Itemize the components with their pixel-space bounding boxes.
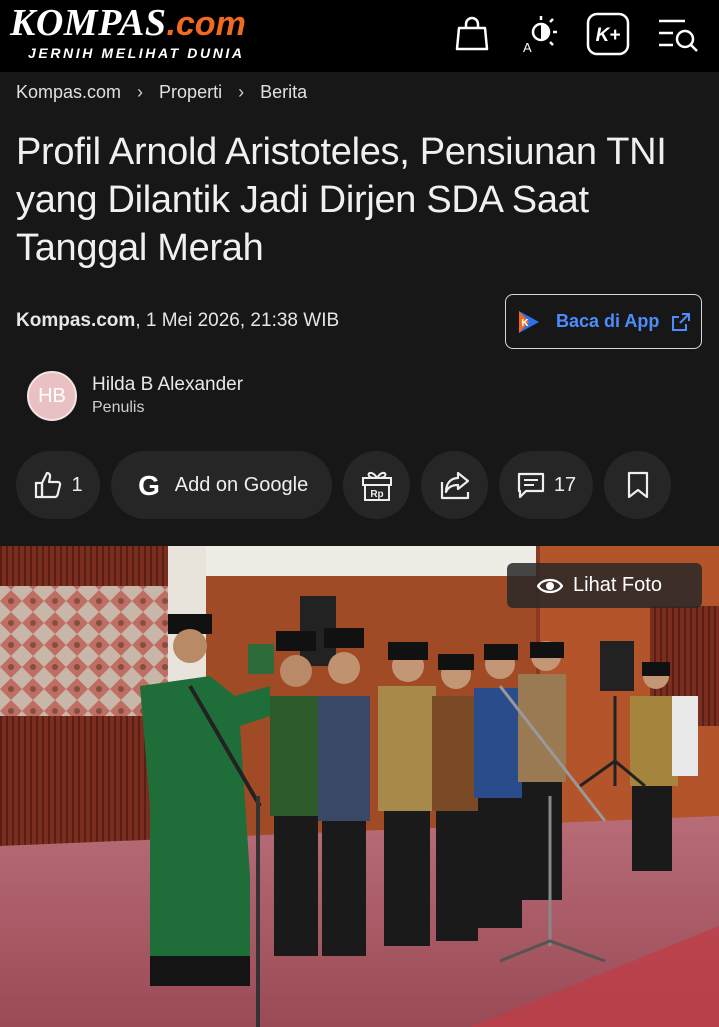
google-icon: G	[138, 471, 160, 499]
kompas-app-icon: K	[519, 310, 539, 333]
share-icon	[440, 471, 469, 500]
author-role: Penulis	[92, 399, 145, 416]
logo-tagline: JERNIH MELIHAT DUNIA	[28, 45, 245, 61]
read-in-app-label: Baca di App	[556, 311, 660, 331]
inauguration-photo	[0, 546, 719, 1027]
app-logo-letter: K	[521, 318, 529, 329]
gift-rupiah-label: Rp	[370, 489, 383, 500]
external-link-icon	[672, 313, 690, 331]
author-name[interactable]: Hilda B Alexander	[92, 374, 243, 396]
kplus-label: K+	[596, 25, 621, 46]
view-photo-button[interactable]: Lihat Foto	[507, 563, 702, 608]
breadcrumb-separator: ›	[238, 81, 245, 102]
eye-icon	[537, 578, 563, 593]
bookmark-icon	[627, 471, 648, 499]
view-photo-label: Lihat Foto	[573, 574, 662, 596]
article-meta: Kompas.com, 1 Mei 2026, 21:38 WIB	[16, 310, 339, 332]
like-count: 1	[71, 473, 83, 496]
gift-icon: Rp	[361, 471, 392, 501]
kplus-icon[interactable]: K+	[584, 10, 632, 58]
menu-search-icon[interactable]	[654, 10, 702, 58]
like-button[interactable]: 1	[16, 451, 100, 519]
comment-button[interactable]: 17	[499, 451, 593, 519]
breadcrumb-home[interactable]: Kompas.com	[16, 82, 121, 103]
article-source: Kompas.com	[16, 310, 136, 331]
author-avatar[interactable]: HB	[27, 371, 77, 421]
google-letter: G	[138, 471, 160, 499]
share-button[interactable]	[421, 451, 488, 519]
article-title: Profil Arnold Aristoteles, Pensiunan TNI…	[16, 131, 667, 269]
logo-wordmark: KOMPAS.com	[10, 2, 246, 44]
breadcrumb: Kompas.com › Properti › Berita	[16, 80, 307, 104]
comment-count: 17	[553, 473, 577, 496]
breadcrumb-properti[interactable]: Properti	[159, 82, 222, 103]
site-header: KOMPAS.com JERNIH MELIHAT DUNIA A K+	[0, 0, 719, 72]
kompas-logo[interactable]: KOMPAS.com JERNIH MELIHAT DUNIA	[10, 4, 246, 61]
auto-letter: A	[523, 40, 532, 55]
add-on-google-label: Add on Google	[174, 473, 309, 496]
gift-button[interactable]: Rp	[343, 451, 410, 519]
breadcrumb-separator: ›	[137, 81, 144, 102]
bookmark-button[interactable]	[604, 451, 671, 519]
article-photo[interactable]	[0, 546, 719, 1027]
read-in-app-button[interactable]: K Baca di App	[505, 294, 702, 349]
article-datetime: , 1 Mei 2026, 21:38 WIB	[135, 310, 340, 331]
comment-icon	[517, 472, 544, 499]
breadcrumb-berita[interactable]: Berita	[260, 82, 307, 103]
add-on-google-button[interactable]: G Add on Google	[111, 451, 332, 519]
thumbs-up-icon	[35, 471, 62, 499]
shopping-bag-icon[interactable]	[448, 10, 496, 58]
brightness-auto-icon[interactable]: A	[515, 10, 563, 58]
